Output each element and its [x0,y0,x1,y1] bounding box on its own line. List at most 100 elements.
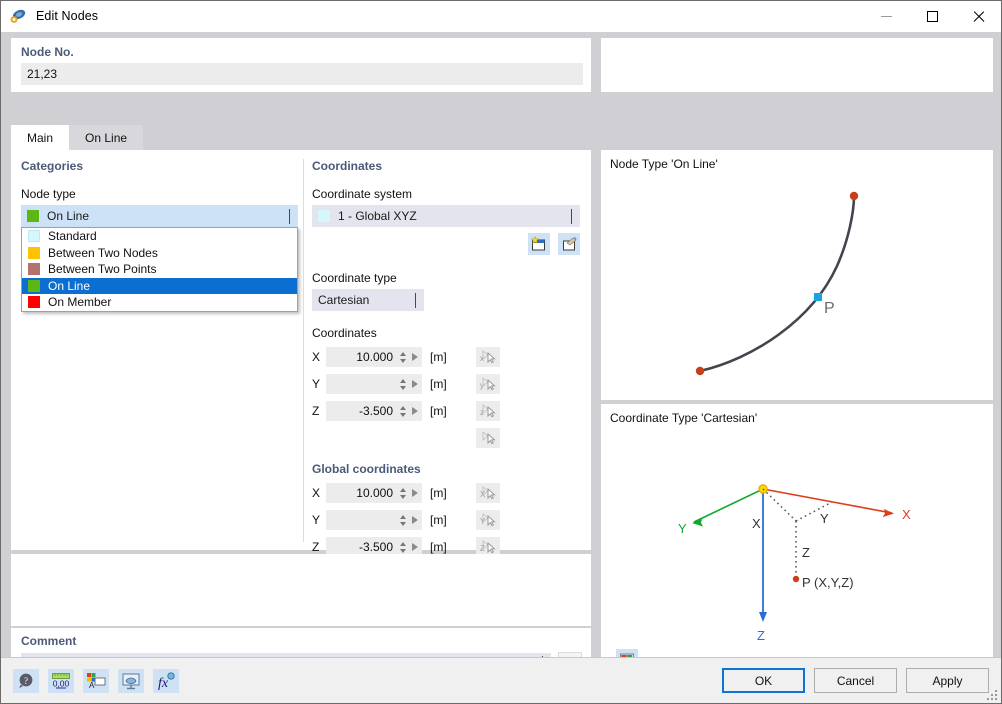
global-unit-z: [m] [430,540,447,554]
formula-icon[interactable]: fx [153,668,179,693]
cancel-button[interactable]: Cancel [814,668,897,693]
node-no-label: Node No. [21,45,74,59]
node-type-preview-panel: Node Type 'On Line' P [601,150,993,400]
svg-text:Y: Y [820,511,829,526]
expand-global-z-button[interactable] [408,543,422,551]
pick-global-x-icon[interactable]: X [476,483,500,503]
dialog-footer: ? 0,00 A fx OK Cancel Apply [1,657,1001,703]
edit-coordinate-system-button[interactable] [558,233,580,255]
minimize-button[interactable] [863,1,909,31]
coordinate-z-value: -3.500 [358,404,393,418]
close-button[interactable] [955,1,1001,31]
coordinate-type-combobox[interactable]: Cartesian [312,289,424,311]
node-no-input[interactable]: 21,23 [21,63,583,85]
coordinate-x-input[interactable]: 10.000 [326,347,422,367]
spinner-y[interactable] [397,375,408,393]
dropdown-option-between-two-nodes[interactable]: Between Two Nodes [22,245,297,262]
maximize-icon [926,10,938,22]
ok-button[interactable]: OK [722,668,805,693]
new-coordinate-system-button[interactable] [527,233,550,255]
categories-label: Categories [21,159,84,173]
svg-text:P: P [824,300,835,317]
pick-global-y-icon[interactable]: Y [476,510,500,530]
axis-label-x: X [312,350,321,364]
coordinate-x-value: 10.000 [356,350,393,364]
spinner-x[interactable] [397,348,408,366]
coordinate-row-z: Z -3.500 [m] z [312,401,590,421]
coordinate-system-value: 1 - Global XYZ [338,209,417,223]
pick-y-icon[interactable]: y [476,374,500,394]
pick-point-icon[interactable] [476,428,500,448]
node-type-preview-title: Node Type 'On Line' [610,157,718,171]
expand-x-button[interactable] [408,353,422,361]
global-axis-label-z: Z [312,540,320,554]
units-icon[interactable]: 0,00 [48,668,74,693]
local-coordinates-label: Coordinates [312,326,377,340]
coordinates-group-label: Coordinates [312,159,383,173]
svg-text:X: X [902,507,911,522]
spinner-z[interactable] [397,402,408,420]
categories-panel: Categories Node type On Line Standard Be… [21,159,304,542]
svg-text:X: X [752,516,761,531]
dropdown-option-on-line[interactable]: On Line [22,277,297,294]
extra-blank-panel [11,554,591,626]
coordinate-type-preview-panel: Coordinate Type 'Cartesian' X Y Z X Y Z … [601,404,993,679]
node-no-group: Node No. 21,23 [11,38,591,92]
node-type-label: Node type [21,187,76,201]
node-type-diagram: P [695,191,859,376]
chevron-down-icon [571,209,572,224]
unit-z: [m] [430,404,447,418]
option-color-swatch [28,296,40,309]
dropdown-option-between-two-points[interactable]: Between Two Points [22,261,297,278]
apply-button[interactable]: Apply [906,668,989,693]
dropdown-option-on-member[interactable]: On Member [22,294,297,311]
maximize-button[interactable] [909,1,955,31]
node-type-dropdown-list[interactable]: Standard Between Two Nodes Between Two P… [21,227,298,312]
unit-x: [m] [430,350,447,364]
svg-text:A: A [89,681,95,690]
coordinates-panel: Coordinates Coordinate system 1 - Global… [312,159,590,557]
tab-main[interactable]: Main [11,125,70,150]
expand-global-y-button[interactable] [408,516,422,524]
tab-strip: Main On Line [11,125,993,150]
display-properties-icon[interactable]: A [83,668,109,693]
spinner-global-x[interactable] [397,484,408,502]
svg-text:fx: fx [158,676,169,690]
pick-x-icon[interactable]: x [476,347,500,367]
info-icon[interactable]: ? [13,668,39,693]
close-icon [972,10,985,23]
coordinate-z-input[interactable]: -3.500 [326,401,422,421]
node-type-combobox[interactable]: On Line [21,205,298,227]
dialog-body: Node No. 21,23 Main On Line Categories N… [1,32,1001,679]
svg-text:0,00: 0,00 [53,678,70,688]
svg-text:?: ? [24,676,28,686]
tab-on-line[interactable]: On Line [69,125,144,150]
expand-y-button[interactable] [408,380,422,388]
global-unit-y: [m] [430,513,447,527]
coordinate-type-value: Cartesian [318,293,370,307]
expand-z-button[interactable] [408,407,422,415]
coordinate-system-combobox[interactable]: 1 - Global XYZ [312,205,580,227]
global-coordinate-x-input[interactable]: 10.000 [326,483,422,503]
global-coordinate-y-input[interactable] [326,510,422,530]
svg-text:Y: Y [678,521,687,536]
window-title: Edit Nodes [36,9,99,23]
global-axis-label-y: Y [312,513,321,527]
dropdown-option-standard[interactable]: Standard [22,228,297,245]
global-axis-label-x: X [312,486,321,500]
chevron-down-icon [289,209,290,224]
line-end-point [849,191,859,201]
pick-z-icon[interactable]: z [476,401,500,421]
expand-global-x-button[interactable] [408,489,422,497]
top-right-panel [601,38,993,92]
coordinate-type-preview-title: Coordinate Type 'Cartesian' [610,411,758,425]
spinner-global-y[interactable] [397,511,408,529]
view-mode-icon[interactable] [118,668,144,693]
resize-grip[interactable] [987,690,997,700]
option-label: Between Two Nodes [48,245,158,260]
node-type-selected-label: On Line [47,209,90,223]
minimize-icon [880,15,892,17]
coordinate-row-y: Y [m] y [312,374,590,394]
svg-text:Z: Z [802,545,810,560]
coordinate-y-input[interactable] [326,374,422,394]
